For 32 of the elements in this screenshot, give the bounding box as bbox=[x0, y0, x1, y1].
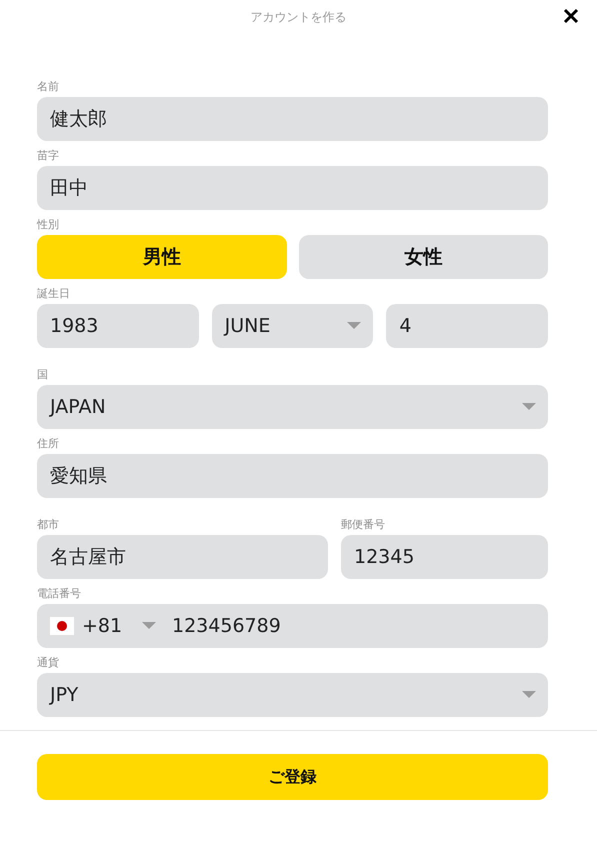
gender-option[interactable]: 男性 bbox=[37, 235, 286, 279]
input-field[interactable]: 12345 bbox=[341, 535, 548, 579]
field-label: 住所 bbox=[37, 437, 60, 450]
field-label: 誕生日 bbox=[37, 287, 71, 300]
input-field[interactable]: 4 bbox=[386, 304, 548, 348]
input-field[interactable]: 名古屋市 bbox=[37, 535, 328, 579]
dialog-title: アカウントを作る bbox=[250, 8, 346, 26]
field-label: 都市 bbox=[37, 518, 60, 531]
phone-field[interactable]: +81 123456789 bbox=[37, 604, 548, 648]
caret-icon bbox=[347, 322, 362, 330]
caret-icon bbox=[142, 622, 156, 630]
field-label: 国 bbox=[37, 368, 49, 381]
field-label: 通貨 bbox=[37, 656, 60, 669]
input-field[interactable]: 健太郎 bbox=[37, 97, 548, 141]
field-label: 電話番号 bbox=[37, 587, 82, 600]
select-field[interactable]: JPY bbox=[37, 673, 548, 717]
select-field[interactable]: JAPAN bbox=[37, 385, 548, 429]
register-button[interactable]: ご登録 bbox=[37, 754, 548, 800]
close-button[interactable] bbox=[561, 6, 581, 26]
field-label: 名前 bbox=[37, 80, 60, 93]
input-field[interactable]: 愛知県 bbox=[37, 454, 548, 498]
flag-icon bbox=[50, 617, 74, 635]
caret-icon bbox=[522, 403, 536, 411]
input-field[interactable]: 1983 bbox=[37, 304, 199, 348]
field-label: 性別 bbox=[37, 218, 60, 231]
caret-icon bbox=[522, 691, 536, 699]
field-label: 郵便番号 bbox=[341, 518, 386, 531]
field-label: 苗字 bbox=[37, 149, 60, 162]
input-field[interactable]: 田中 bbox=[37, 166, 548, 210]
gender-option[interactable]: 女性 bbox=[298, 235, 548, 279]
close-icon bbox=[563, 8, 579, 24]
select-field[interactable]: JUNE bbox=[212, 304, 374, 348]
